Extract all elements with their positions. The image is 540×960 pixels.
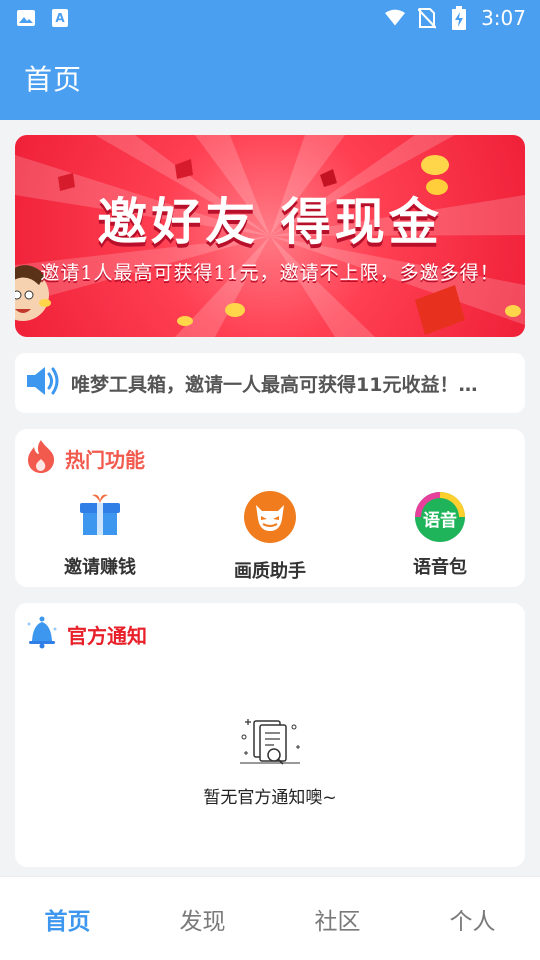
nav-tab-home[interactable]: 首页 (0, 877, 135, 960)
hot-functions-grid: 邀请赚钱 画质助手 语音 语音包 (15, 491, 525, 583)
flame-icon (25, 439, 57, 477)
nav-tab-community[interactable]: 社区 (270, 877, 405, 960)
hot-functions-card: 热门功能 邀请赚钱 画质助手 语音 语音包 (15, 429, 525, 587)
invite-banner[interactable]: 邀好友 得现金 邀请1人最高可获得11元，邀请不上限，多邀多得！ (15, 135, 525, 337)
bottom-navigation: 首页 发现 社区 个人 (0, 876, 540, 960)
no-sim-icon (417, 8, 437, 29)
top-bar: A 3:07 首页 (0, 0, 540, 120)
hot-item-invite-earn[interactable]: 邀请赚钱 (15, 491, 185, 583)
banner-subtitle: 邀请1人最高可获得11元，邀请不上限，多邀多得！ (40, 262, 500, 284)
empty-document-icon (230, 715, 310, 775)
devil-mask-icon (244, 491, 296, 547)
voice-pack-icon: 语音 (414, 491, 466, 543)
official-notice-card: 官方通知 暂无官方通知噢~ (15, 603, 525, 867)
notice-text: 唯梦工具箱，邀请一人最高可获得11元收益！… (71, 373, 478, 396)
hot-item-voice-pack[interactable]: 语音 语音包 (355, 491, 525, 583)
gift-icon (76, 491, 124, 543)
speaker-icon (25, 364, 61, 402)
official-notice-header: 官方通知 (25, 615, 147, 653)
hot-item-quality-helper[interactable]: 画质助手 (185, 491, 355, 583)
nav-tab-profile[interactable]: 个人 (405, 877, 540, 960)
empty-state-text: 暂无官方通知噢~ (203, 788, 337, 808)
empty-state: 暂无官方通知噢~ (15, 715, 525, 808)
clock: 3:07 (481, 6, 526, 30)
wifi-icon (385, 8, 406, 28)
svg-text:A: A (55, 11, 65, 25)
notice-bar[interactable]: 唯梦工具箱，邀请一人最高可获得11元收益！… (15, 353, 525, 413)
nav-tab-discover[interactable]: 发现 (135, 877, 270, 960)
banner-title: 邀好友 得现金 (97, 192, 443, 251)
hot-functions-title: 热门功能 (65, 447, 145, 472)
hot-functions-header: 热门功能 (25, 439, 145, 477)
battery-charging-icon (449, 6, 469, 30)
voice-pack-icon-text: 语音 (423, 511, 457, 531)
keyboard-icon: A (50, 8, 70, 28)
bell-icon (25, 615, 59, 653)
hot-item-label: 画质助手 (234, 561, 306, 582)
page-title: 首页 (24, 63, 83, 96)
hot-item-label: 邀请赚钱 (64, 557, 136, 578)
official-notice-title: 官方通知 (67, 623, 147, 648)
status-bar: A 3:07 (0, 0, 540, 36)
gallery-icon (16, 8, 36, 28)
hot-item-label: 语音包 (413, 557, 467, 578)
